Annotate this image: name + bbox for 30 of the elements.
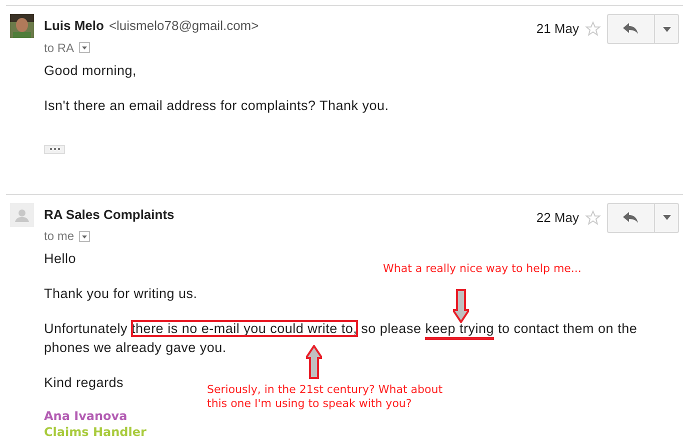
message-date: 22 May: [536, 208, 579, 227]
body-text: Hello: [44, 250, 76, 268]
recipient-text: to me: [44, 228, 74, 245]
avatar-icon: [10, 202, 34, 226]
caret-icon: [662, 215, 670, 220]
caret-icon: [662, 26, 670, 32]
body-text: Kind regards: [44, 374, 124, 392]
annotation-note: Seriously, in the 21st century? What about this one I'm using to speak with you?: [207, 383, 444, 411]
reply-icon: [623, 23, 639, 35]
star-icon[interactable]: [585, 210, 601, 226]
sender-name: Luis Melo: [44, 17, 104, 35]
star-icon[interactable]: [585, 21, 601, 37]
reply-button[interactable]: [607, 202, 655, 232]
dropdown-icon[interactable]: [79, 230, 90, 242]
more-button[interactable]: [655, 202, 679, 232]
dropdown-icon[interactable]: [79, 42, 90, 53]
annotation-note: What a really nice way to help me...: [383, 262, 582, 276]
signature-text: Ana Ivanova: [44, 408, 128, 424]
recipient-text: to RA: [44, 40, 74, 56]
message-date: 21 May: [536, 20, 579, 38]
sender-name: RA Sales Complaints: [44, 206, 174, 224]
body-text: Isn't there an email address for complaints? Thank you.: [44, 96, 389, 114]
body-text: Thank you for writing us.: [44, 285, 198, 303]
more-button[interactable]: [655, 14, 679, 44]
show-trimmed-button[interactable]: [44, 144, 65, 154]
reply-icon: [623, 212, 639, 224]
reply-button[interactable]: [607, 14, 655, 44]
signature-text: Claims Handler: [44, 424, 146, 440]
sender-email: <luismelo78@gmail.com>: [108, 17, 259, 35]
body-text: Good morning,: [44, 62, 137, 80]
